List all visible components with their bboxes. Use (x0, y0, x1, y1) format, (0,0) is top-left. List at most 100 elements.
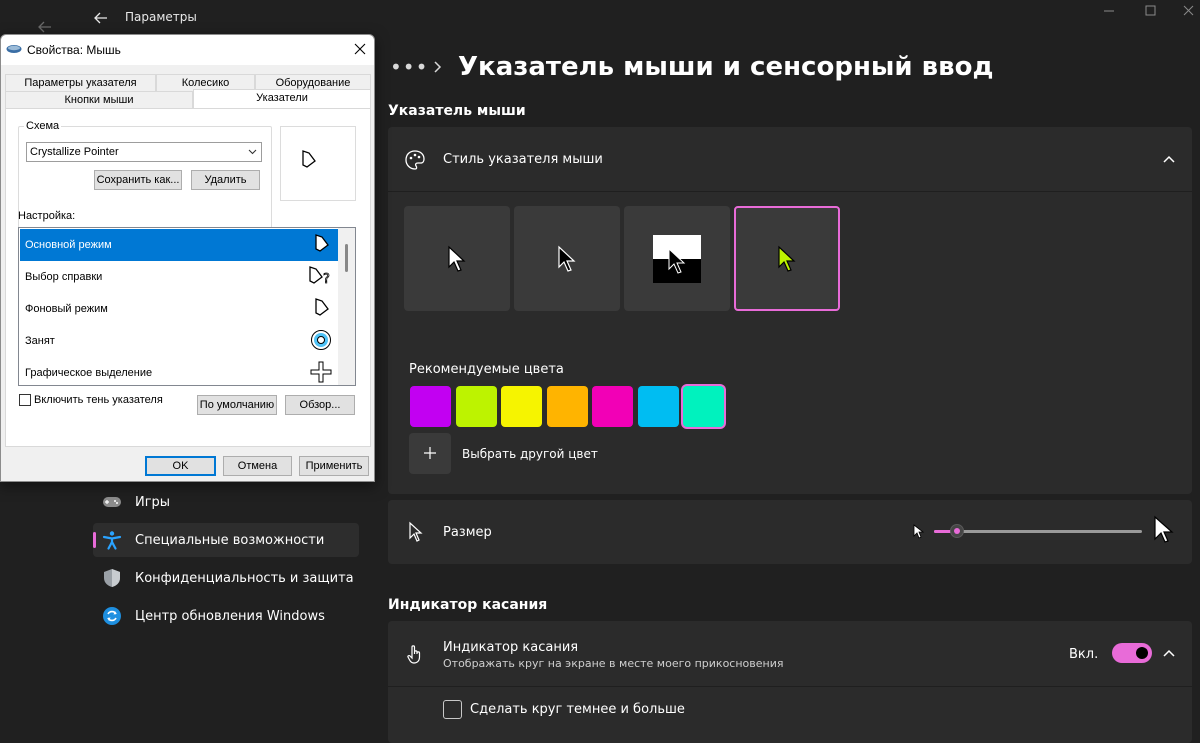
dialog-titlebar: Свойства: Мышь (1, 35, 374, 65)
pointer-style-black[interactable] (514, 206, 620, 311)
card-divider (388, 191, 1192, 192)
pointer-style-white[interactable] (404, 206, 510, 311)
touch-indicator-title: Индикатор касания (443, 640, 579, 655)
cancel-button[interactable]: Отмена (223, 456, 292, 476)
settings-titlebar: Параметры (78, 0, 1200, 36)
background-pointer-icon (315, 298, 329, 316)
color-swatch[interactable] (455, 386, 497, 427)
sidebar-item-label: Специальные возможности (135, 533, 325, 548)
window-title: Параметры (125, 10, 197, 24)
list-item-label: Выбор справки (25, 271, 103, 283)
tab-pointers[interactable]: Указатели (193, 89, 371, 108)
pointer-shadow-label: Включить тень указателя (34, 394, 163, 406)
back-arrow-icon[interactable] (92, 9, 110, 27)
sidebar-item-label: Конфиденциальность и защита (135, 571, 354, 586)
large-pointer-icon (1154, 515, 1174, 543)
sidebar-item-accessibility[interactable]: Специальные возможности (93, 523, 359, 557)
chevron-up-icon[interactable] (1162, 647, 1176, 661)
list-item[interactable]: Основной режим (20, 229, 338, 261)
shield-icon (104, 569, 120, 587)
delete-button[interactable]: Удалить (191, 170, 260, 190)
color-swatch[interactable] (637, 386, 679, 427)
small-pointer-icon (913, 524, 925, 539)
palette-icon (405, 150, 425, 170)
white-pointer-icon (448, 245, 466, 272)
pointer-size-icon (409, 521, 423, 542)
custom-color-pointer-icon (778, 245, 796, 272)
close-icon[interactable] (353, 42, 367, 56)
list-item-label: Фоновый режим (25, 303, 108, 315)
sidebar-item-label: Центр обновления Windows (135, 609, 325, 624)
pointer-shadow-checkbox[interactable] (19, 394, 31, 406)
active-indicator (93, 532, 96, 548)
mouse-icon (6, 45, 22, 53)
cursor-list-scrollbar[interactable] (338, 228, 355, 385)
list-item[interactable]: Графическое выделение (20, 357, 338, 385)
size-slider-thumb[interactable] (950, 524, 964, 538)
section-touch-indicator: Индикатор касания (388, 597, 548, 613)
black-pointer-icon (558, 245, 576, 272)
color-swatch[interactable] (546, 386, 588, 427)
pointer-style-custom[interactable] (734, 206, 840, 311)
chevron-up-icon[interactable] (1162, 153, 1176, 167)
customize-label: Настройка: (18, 210, 76, 222)
touch-indicator-toggle[interactable] (1112, 643, 1152, 663)
minimize-icon[interactable] (1098, 4, 1120, 18)
close-window-icon[interactable] (1178, 4, 1200, 18)
pointer-preview (280, 126, 356, 201)
list-item[interactable]: Фоновый режим (20, 293, 338, 325)
size-label: Размер (443, 525, 492, 540)
list-item-label: Занят (25, 335, 55, 347)
browse-button[interactable]: Обзор... (285, 395, 355, 415)
chevron-down-icon (248, 149, 257, 155)
breadcrumb-more[interactable]: ••• (390, 55, 428, 79)
scheme-dropdown[interactable]: Crystallize Pointer (26, 142, 262, 162)
help-select-icon: ? (309, 266, 330, 287)
maximize-icon[interactable] (1140, 4, 1162, 18)
busy-icon (311, 330, 331, 350)
list-item[interactable]: Выбор справки ? (20, 261, 338, 293)
card-divider (388, 686, 1192, 687)
mouse-properties-dialog: Свойства: Мышь Параметры указателя Колес… (0, 34, 375, 482)
section-mouse-pointer: Указатель мыши (388, 103, 526, 119)
dialog-title: Свойства: Мышь (27, 43, 121, 57)
touch-indicator-subtitle: Отображать круг на экране в месте моего … (443, 657, 784, 670)
apply-button[interactable]: Применить (299, 456, 369, 476)
sidebar-item-privacy[interactable]: Конфиденциальность и защита (93, 561, 359, 595)
list-item-label: Графическое выделение (25, 367, 153, 379)
ok-button[interactable]: OK (145, 456, 216, 476)
color-swatch[interactable] (410, 386, 451, 427)
touch-icon (407, 645, 421, 664)
size-slider-track[interactable] (934, 530, 1142, 533)
color-swatch[interactable] (683, 386, 724, 427)
recommended-colors-label: Рекомендуемые цвета (409, 362, 564, 377)
sidebar-item-games[interactable]: Игры (93, 485, 359, 519)
scroll-thumb[interactable] (345, 244, 348, 272)
list-item-label: Основной режим (25, 239, 112, 251)
sidebar-item-windows-update[interactable]: Центр обновления Windows (93, 599, 359, 633)
cursor-list: Основной режим Выбор справки ? Фоновый р… (18, 227, 356, 386)
inverted-pointer-icon (653, 234, 701, 283)
add-color-button[interactable] (409, 433, 451, 474)
svg-text:?: ? (323, 272, 330, 287)
save-as-button[interactable]: Сохранить как... (94, 170, 182, 190)
sidebar-item-label: Игры (135, 495, 171, 510)
windows-update-icon (103, 607, 121, 625)
toggle-knob (1136, 647, 1148, 659)
scheme-label: Схема (24, 120, 62, 132)
tab-buttons[interactable]: Кнопки мыши (5, 91, 193, 108)
use-default-button[interactable]: По умолчанию (197, 395, 277, 415)
color-swatch[interactable] (501, 386, 542, 427)
breadcrumb-chevron-icon (434, 61, 442, 73)
page-title: Указатель мыши и сенсорный ввод (458, 52, 994, 82)
darker-circle-label: Сделать круг темнее и больше (470, 702, 685, 717)
tab-pointer-options[interactable]: Параметры указателя (5, 74, 156, 91)
color-swatch[interactable] (592, 386, 633, 427)
darker-circle-checkbox[interactable] (443, 700, 462, 719)
gamepad-icon (103, 497, 121, 507)
list-item[interactable]: Занят (20, 325, 338, 357)
accessibility-icon (102, 531, 122, 550)
plus-icon (424, 447, 436, 459)
toggle-state-label: Вкл. (1069, 647, 1099, 662)
pointer-style-inverted[interactable] (624, 206, 730, 311)
